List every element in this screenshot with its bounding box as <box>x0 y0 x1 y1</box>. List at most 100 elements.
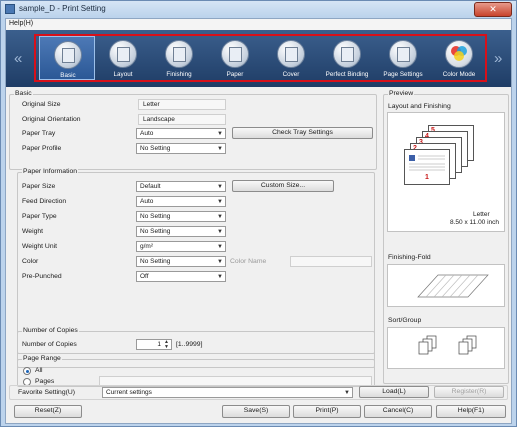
footer-bar: Favorite Setting(U) Current settings ▼ Lo… <box>6 385 511 425</box>
color-name-field[interactable] <box>290 256 372 267</box>
reset-button[interactable]: Reset(Z) <box>14 405 82 418</box>
tab-label: Page Settings <box>383 71 423 78</box>
pre-punched-select[interactable]: Off ▼ <box>136 271 226 282</box>
tab-page-settings[interactable]: Page Settings <box>375 36 431 80</box>
tab-layout[interactable]: Layout <box>95 36 151 80</box>
tab-paper[interactable]: Paper <box>207 36 263 80</box>
cover-icon <box>277 40 305 68</box>
preview-pane: Preview Layout and Finishing 5 4 3 2 1 L… <box>383 89 509 387</box>
paper-icon <box>221 40 249 68</box>
chevron-down-icon: ▼ <box>217 199 223 205</box>
weight-label: Weight <box>22 228 44 235</box>
original-orientation-label: Original Orientation <box>22 116 81 123</box>
original-size-value: Letter <box>138 99 226 110</box>
page-range-pages-label: Pages <box>35 378 55 385</box>
tab-label: Basic <box>60 72 76 79</box>
load-button[interactable]: Load(L) <box>359 386 429 398</box>
function-tab-strip: « » Basic Layout Finishing Paper Cover P… <box>6 30 511 87</box>
group-title: Number of Copies <box>22 327 79 334</box>
tab-color-mode[interactable]: Color Mode <box>431 36 487 80</box>
help-button[interactable]: Help(F1) <box>436 405 506 418</box>
original-orientation-value: Landscape <box>138 114 226 125</box>
selected-value: No Setting <box>140 258 171 265</box>
paper-type-label: Paper Type <box>22 213 57 220</box>
cancel-button[interactable]: Cancel(C) <box>364 405 432 418</box>
weight-select[interactable]: No Setting ▼ <box>136 226 226 237</box>
sort-stack-icon <box>418 335 477 355</box>
page-range-all-label: All <box>35 367 43 374</box>
feed-direction-select[interactable]: Auto ▼ <box>136 196 226 207</box>
help-menu[interactable]: Help(H) <box>9 20 33 27</box>
tab-label: Paper <box>226 71 244 78</box>
tab-label: Layout <box>113 71 133 78</box>
register-button[interactable]: Register(R) <box>434 386 504 398</box>
color-name-label: Color Name <box>230 258 267 265</box>
paper-type-select[interactable]: No Setting ▼ <box>136 211 226 222</box>
weight-unit-label: Weight Unit <box>22 243 58 250</box>
paper-tray-label: Paper Tray <box>22 130 56 137</box>
original-size-label: Original Size <box>22 101 61 108</box>
paper-profile-select[interactable]: No Setting ▼ <box>136 143 226 154</box>
finishing-fold-preview <box>387 264 505 307</box>
client-area: Help(H) « » Basic Layout Finishing Paper… <box>5 18 512 424</box>
chevron-down-icon: ▼ <box>217 184 223 190</box>
chevron-down-icon: ▼ <box>217 274 223 280</box>
copies-range: [1..9999] <box>176 341 203 348</box>
print-button[interactable]: Print(P) <box>293 405 361 418</box>
page-settings-icon <box>389 40 417 68</box>
tab-highlight-frame: Basic Layout Finishing Paper Cover Perfe… <box>34 34 487 82</box>
paper-profile-label: Paper Profile <box>22 145 62 152</box>
selected-value: Current settings <box>106 389 152 396</box>
number-of-copies-label: Number of Copies <box>22 341 77 348</box>
save-button[interactable]: Save(S) <box>222 405 290 418</box>
close-window-button[interactable]: ✕ <box>474 2 512 17</box>
group-title: Page Range <box>22 355 62 362</box>
feed-direction-label: Feed Direction <box>22 198 67 205</box>
page-range-all-radio[interactable] <box>23 367 31 375</box>
paper-size-label: Paper Size <box>22 183 56 190</box>
custom-size-button[interactable]: Custom Size... <box>232 180 334 192</box>
favorite-setting-select[interactable]: Current settings ▼ <box>102 387 353 398</box>
check-tray-settings-button[interactable]: Check Tray Settings <box>232 127 373 139</box>
tab-label: Finishing <box>166 71 192 78</box>
sort-group-label: Sort/Group <box>388 317 422 324</box>
color-select[interactable]: No Setting ▼ <box>136 256 226 267</box>
chevron-down-icon: ▼ <box>217 214 223 220</box>
tab-finishing[interactable]: Finishing <box>151 36 207 80</box>
selected-value: Auto <box>140 198 154 205</box>
color-label: Color <box>22 258 39 265</box>
scroll-right-icon[interactable]: » <box>494 50 502 67</box>
selected-value: No Setting <box>140 145 171 152</box>
perfect-binding-icon <box>333 40 361 68</box>
settings-panel: Basic Original Size Letter Original Orie… <box>8 89 379 387</box>
menu-bar: Help(H) <box>6 19 511 30</box>
selected-value: Off <box>140 273 149 280</box>
paper-size-select[interactable]: Default ▼ <box>136 181 226 192</box>
tab-cover[interactable]: Cover <box>263 36 319 80</box>
scroll-left-icon[interactable]: « <box>14 50 22 67</box>
close-icon: ✕ <box>489 4 497 14</box>
layout-icon <box>109 40 137 68</box>
selected-value: g/m² <box>140 243 153 250</box>
basic-icon <box>54 41 82 69</box>
preview-paper-size: Letter <box>473 211 490 218</box>
weight-unit-select[interactable]: g/m² ▼ <box>136 241 226 252</box>
pre-punched-label: Pre-Punched <box>22 273 62 280</box>
chevron-down-icon: ▼ <box>217 259 223 265</box>
group-title: Paper Information <box>22 168 79 175</box>
chevron-down-icon: ▼ <box>217 131 223 137</box>
sort-group-preview <box>387 327 505 369</box>
chevron-down-icon: ▼ <box>217 146 223 152</box>
tab-basic[interactable]: Basic <box>39 36 95 80</box>
paper-tray-select[interactable]: Auto ▼ <box>136 128 226 139</box>
app-icon <box>5 4 15 14</box>
tab-label: Color Mode <box>442 71 476 78</box>
favorite-setting-label: Favorite Setting(U) <box>18 389 76 396</box>
stepper-arrows-icon[interactable]: ▲ ▼ <box>164 340 169 350</box>
tab-perfect-binding[interactable]: Perfect Binding <box>319 36 375 80</box>
tab-label: Perfect Binding <box>325 71 369 78</box>
selected-value: Default <box>140 183 161 190</box>
copies-stepper[interactable]: 1 ▲ ▼ <box>136 339 172 350</box>
selected-value: No Setting <box>140 228 171 235</box>
layout-preview: 5 4 3 2 1 Letter 8.50 x 11.00 inch <box>387 112 505 232</box>
